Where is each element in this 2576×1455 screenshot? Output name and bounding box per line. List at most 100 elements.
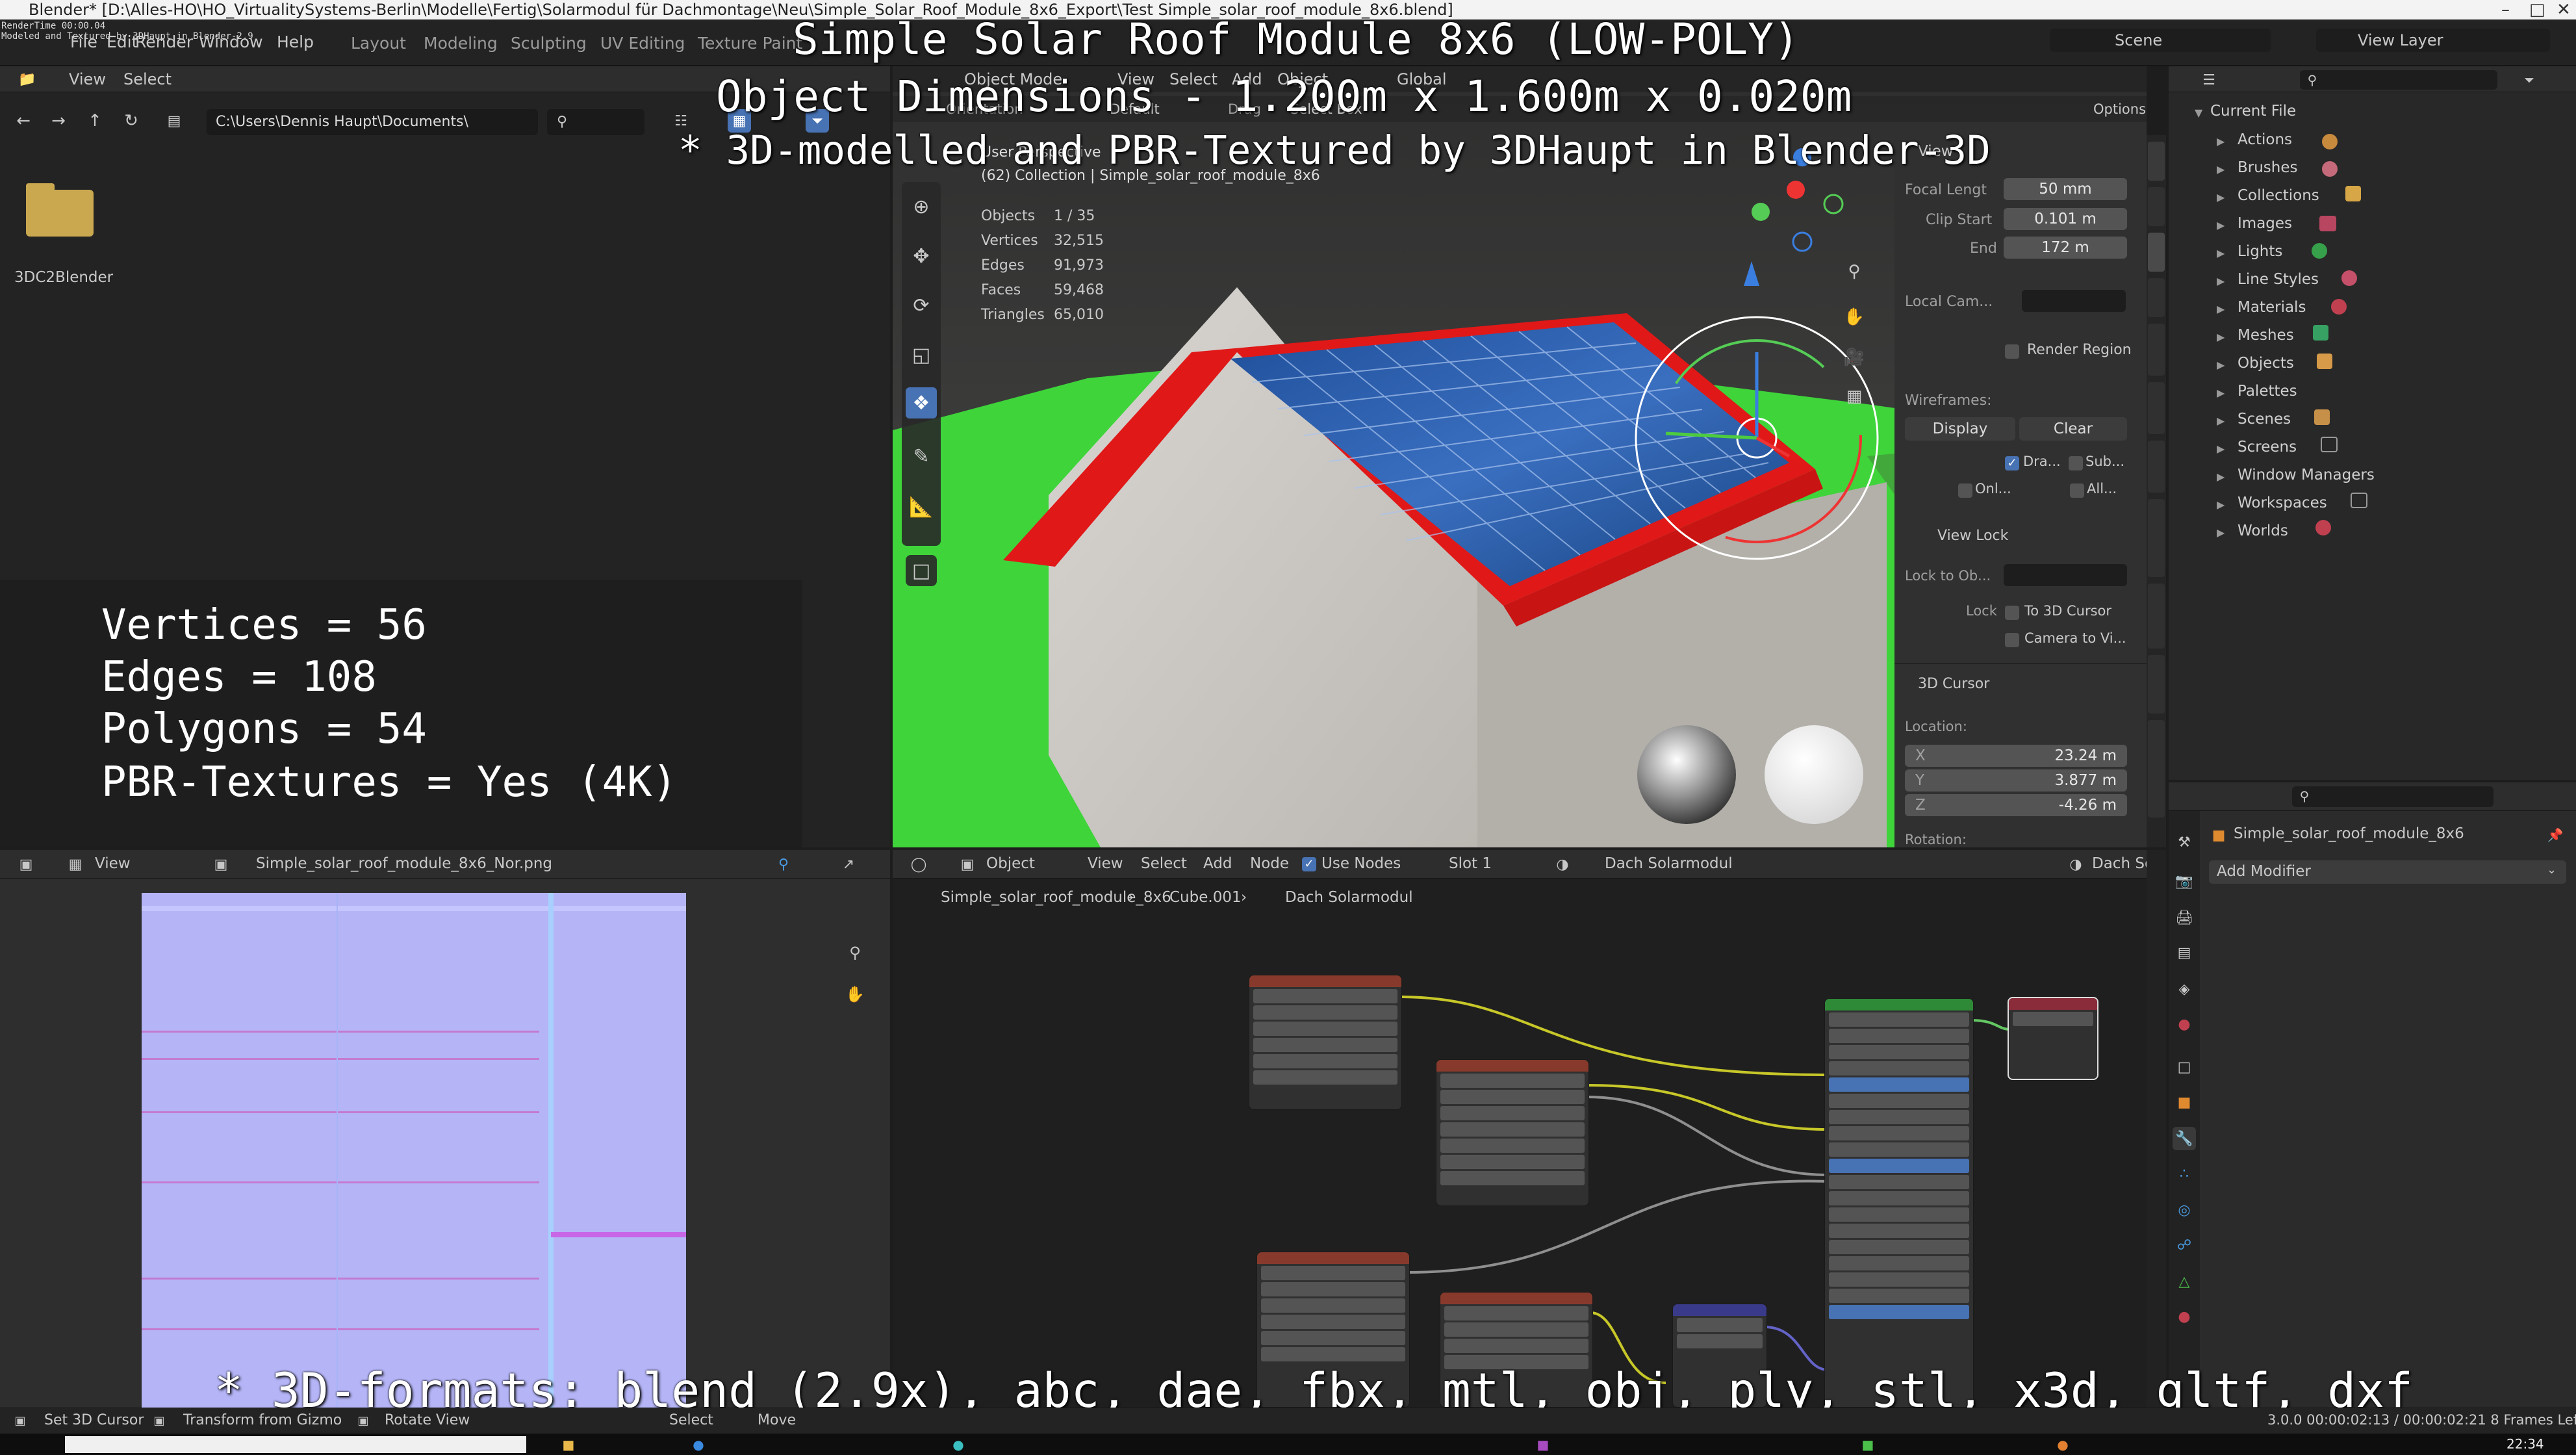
cursor-y-field[interactable]: Y 3.877 m (1905, 769, 2127, 792)
filter-icon[interactable]: ⏷ (2519, 71, 2539, 88)
close-icon[interactable]: ✕ (2557, 0, 2571, 19)
expand-arrow-icon[interactable]: ▼ (2195, 107, 2202, 119)
properties-search-input[interactable]: ⚲ (2292, 786, 2493, 807)
tab-3d-print[interactable] (2148, 655, 2165, 714)
taskbar-app-icon[interactable]: ● (949, 1435, 968, 1454)
taskbar-app-icon[interactable]: ■ (1858, 1435, 1878, 1454)
menu-file[interactable]: File (70, 32, 97, 51)
view-layer-tab-icon[interactable]: ▤ (2173, 941, 2196, 964)
annotate-tool-icon[interactable]: ✎ (906, 441, 937, 472)
physics-tab-icon[interactable]: ◎ (2173, 1198, 2196, 1222)
render-region-checkbox[interactable] (2005, 344, 2019, 359)
transform-tool-icon[interactable]: ❖ (906, 387, 937, 418)
data-tab-icon[interactable]: △ (2173, 1270, 2196, 1293)
fb-select-menu[interactable]: Select (123, 70, 172, 88)
scene-selector[interactable]: Scene (2050, 29, 2271, 52)
image-texture-node[interactable] (1249, 975, 1402, 1110)
cursor-section-header[interactable]: 3D Cursor (1918, 676, 1989, 692)
outliner-item[interactable]: Worlds (2238, 522, 2288, 539)
object-tab-icon[interactable]: ■ (2173, 1090, 2196, 1114)
scale-tool-icon[interactable]: ◱ (906, 339, 937, 370)
mode-icon[interactable]: ▦ (62, 855, 88, 873)
display-button[interactable]: Display (1905, 417, 2015, 441)
tab-sculpting[interactable]: Sculpting (511, 34, 587, 53)
outliner-item[interactable]: Window Managers (2238, 467, 2375, 483)
particles-tab-icon[interactable]: ∴ (2173, 1162, 2196, 1185)
taskbar-app-icon[interactable]: ■ (559, 1435, 578, 1454)
parent-dir-icon[interactable]: ↑ (83, 109, 107, 133)
material-tab-icon[interactable]: ● (2173, 1305, 2196, 1328)
only-checkbox[interactable] (1958, 483, 1972, 498)
measure-tool-icon[interactable]: 📐 (906, 491, 937, 522)
pin-icon[interactable]: 📌 (2545, 825, 2565, 845)
taskbar-search-box[interactable] (65, 1436, 526, 1453)
add-cube-tool-icon[interactable]: □ (906, 555, 937, 586)
tab-grease-pencil[interactable] (2148, 720, 2165, 818)
outliner-item[interactable]: Objects (2238, 355, 2294, 372)
new-folder-icon[interactable]: ▤ (162, 109, 186, 133)
cursor-x-field[interactable]: X 23.24 m (1905, 745, 2127, 767)
folder-name[interactable]: 3DC2Blender (14, 269, 113, 286)
pan-hand-icon[interactable]: ✋ (843, 983, 867, 1006)
taskbar-app-icon[interactable]: ● (689, 1435, 708, 1454)
image-name[interactable]: Simple_solar_roof_module_8x6_Nor.png (256, 855, 552, 872)
camera-to-view-checkbox[interactable] (2005, 633, 2019, 647)
constraints-tab-icon[interactable]: ☍ (2173, 1233, 2196, 1257)
world-tab-icon[interactable]: ● (2173, 1012, 2196, 1036)
menu-edit[interactable]: Edit (107, 32, 138, 51)
expand-arrow-icon[interactable]: ▶ (2217, 163, 2225, 175)
material-output-node[interactable] (2008, 997, 2098, 1080)
menu-render[interactable]: Render (135, 32, 193, 51)
outliner-item[interactable]: Actions (2238, 131, 2292, 148)
tab-3d-coat[interactable] (2148, 584, 2165, 649)
outliner-item[interactable]: Line Styles (2238, 271, 2319, 288)
rotate-tool-icon[interactable]: ⟳ (906, 290, 937, 321)
clear-button[interactable]: Clear (2019, 417, 2127, 441)
outliner-item[interactable]: Scenes (2238, 411, 2291, 428)
outliner-item[interactable]: Meshes (2238, 327, 2294, 344)
outliner-item[interactable]: Collections (2238, 187, 2319, 204)
outliner-item[interactable]: Screens (2238, 439, 2297, 456)
tab-uv-editing[interactable]: UV Editing (600, 34, 685, 53)
fb-view-menu[interactable]: View (69, 70, 106, 88)
lock-to-object-field[interactable] (2004, 564, 2127, 586)
tab-view[interactable] (2148, 233, 2165, 272)
clip-start-field[interactable]: 0.101 m (2004, 208, 2127, 230)
refresh-icon[interactable]: ↻ (120, 109, 143, 133)
view-layer-selector[interactable]: View Layer (2316, 29, 2550, 52)
editor-type-icon[interactable]: ▣ (13, 855, 39, 873)
editor-type-icon[interactable]: 📁 (14, 70, 40, 88)
zoom-icon[interactable]: ⚲ (1841, 259, 1867, 285)
back-icon[interactable]: ← (12, 109, 35, 133)
outliner-item[interactable]: Lights (2238, 243, 2282, 260)
minimize-icon[interactable]: – (2501, 0, 2510, 19)
path-input[interactable]: C:\Users\Dennis Haupt\Documents\ (207, 109, 538, 135)
expand-arrow-icon[interactable]: ▶ (2217, 191, 2225, 203)
outliner-root[interactable]: Current File (2210, 103, 2296, 120)
menu-help[interactable]: Help (277, 32, 314, 51)
render-tab-icon[interactable]: 📷 (2173, 869, 2196, 893)
output-tab-icon[interactable]: 🖨 (2173, 906, 2196, 929)
folder-icon[interactable] (26, 190, 94, 237)
maximize-icon[interactable]: □ (2529, 0, 2545, 19)
expand-arrow-icon[interactable]: ▶ (2217, 219, 2225, 231)
scene-tab-icon[interactable]: ◈ (2173, 977, 2196, 1001)
clip-end-field[interactable]: 172 m (2004, 237, 2127, 259)
tab-edit[interactable] (2148, 278, 2165, 317)
outliner-item[interactable]: Brushes (2238, 159, 2298, 176)
tab-texture-paint[interactable]: Texture Paint (698, 34, 802, 53)
tool-tab-icon[interactable]: ⚒ (2173, 831, 2196, 854)
display-mode-icon[interactable]: ☰ (2196, 71, 2222, 88)
camera-icon[interactable]: 🎥 (1841, 344, 1867, 370)
gizmo-icon[interactable]: ↗ (835, 855, 861, 873)
image-texture-node[interactable] (1436, 1059, 1589, 1206)
expand-arrow-icon[interactable]: ▶ (2217, 247, 2225, 259)
pan-hand-icon[interactable]: ✋ (1841, 304, 1867, 330)
zoom-icon[interactable]: ⚲ (843, 941, 867, 964)
outliner-search-input[interactable]: ⚲ (2300, 70, 2497, 90)
tab-item[interactable] (2148, 142, 2165, 181)
expand-arrow-icon[interactable]: ▶ (2217, 275, 2225, 287)
modifier-tab-icon[interactable]: 🔧 (2173, 1127, 2196, 1150)
ie-view-menu[interactable]: View (95, 855, 131, 872)
menu-window[interactable]: Window (199, 32, 263, 51)
